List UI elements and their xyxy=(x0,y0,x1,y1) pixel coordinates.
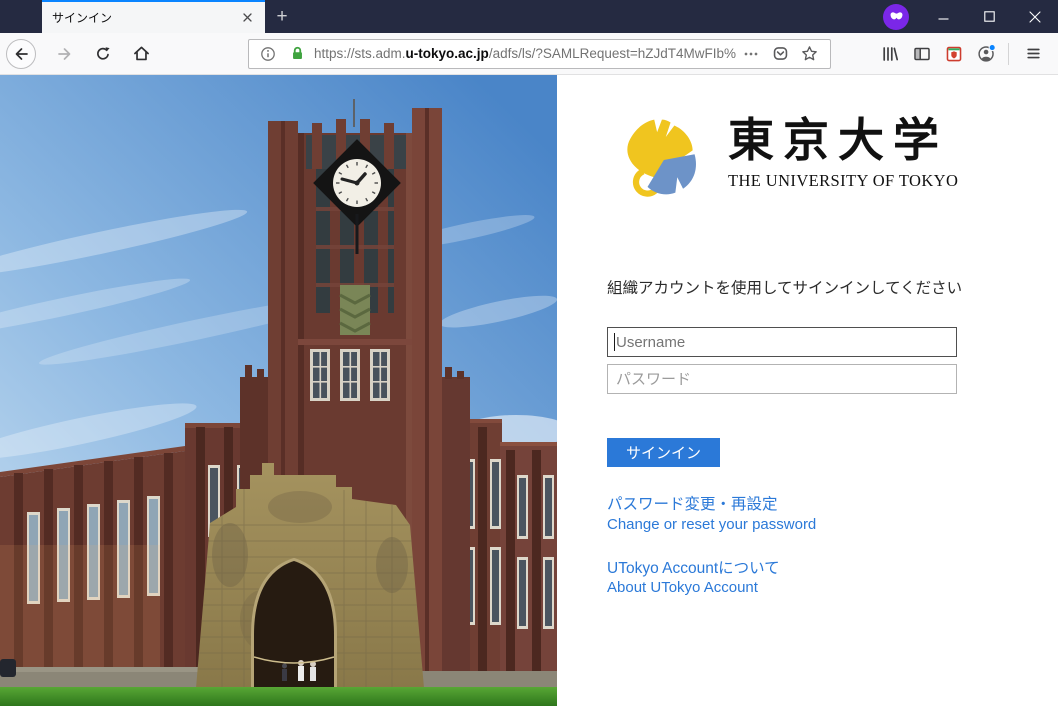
utokyo-logo: 東京大学 THE UNIVERSITY OF TOKYO xyxy=(612,112,958,208)
page-actions-icon[interactable] xyxy=(740,43,762,65)
toolbar-icons xyxy=(873,39,1048,69)
private-browsing-mask-icon xyxy=(883,4,909,30)
about-account-link-jp[interactable]: UTokyo Accountについて xyxy=(607,556,780,578)
browser-window: サインイン + xyxy=(0,0,1058,706)
minimize-icon[interactable] xyxy=(920,0,966,33)
navigation-toolbar: https://sts.adm.u-tokyo.ac.jp/adfs/ls/?S… xyxy=(0,33,1058,75)
pocket-icon[interactable] xyxy=(769,43,791,65)
username-input[interactable] xyxy=(607,327,957,357)
signin-button[interactable]: サインイン xyxy=(607,438,720,467)
back-icon[interactable] xyxy=(6,39,36,69)
tab-title: サインイン xyxy=(52,9,237,26)
maximize-icon[interactable] xyxy=(966,0,1012,33)
yasuda-auditorium-illustration xyxy=(0,75,557,706)
titlebar-space xyxy=(0,0,42,33)
url-domain: u-tokyo.ac.jp xyxy=(406,46,489,61)
url-bar[interactable]: https://sts.adm.u-tokyo.ac.jp/adfs/ls/?S… xyxy=(248,39,831,69)
password-reset-link-en[interactable]: Change or reset your password xyxy=(607,516,816,533)
logo-text: 東京大学 THE UNIVERSITY OF TOKYO xyxy=(728,112,958,191)
url-path: /adfs/ls/?SAMLRequest=hZJdT4MwFIb% xyxy=(489,46,736,61)
page-content: 東京大学 THE UNIVERSITY OF TOKYO 組織アカウントを使用し… xyxy=(0,75,1058,706)
home-icon[interactable] xyxy=(126,39,156,69)
close-tab-icon[interactable] xyxy=(237,8,257,28)
ginkgo-leaf-icon xyxy=(612,112,708,208)
signin-heading: 組織アカウントを使用してサインインしてください xyxy=(607,276,962,298)
account-icon[interactable] xyxy=(971,39,1001,69)
logo-kanji: 東京大学 xyxy=(728,116,958,167)
toolbar-separator xyxy=(1008,43,1009,65)
about-account-link-en[interactable]: About UTokyo Account xyxy=(607,579,758,596)
tab-signin[interactable]: サインイン xyxy=(42,0,265,33)
url-text[interactable]: https://sts.adm.u-tokyo.ac.jp/adfs/ls/?S… xyxy=(314,46,740,61)
url-protocol: https://sts.adm. xyxy=(314,46,406,61)
sidebar-icon[interactable] xyxy=(907,39,937,69)
new-tab-button[interactable]: + xyxy=(265,0,299,33)
titlebar: サインイン + xyxy=(0,0,1058,33)
signin-panel: 東京大学 THE UNIVERSITY OF TOKYO 組織アカウントを使用し… xyxy=(557,75,1058,706)
campus-photo xyxy=(0,75,557,706)
extension-icon[interactable] xyxy=(939,39,969,69)
password-reset-link-jp[interactable]: パスワード変更・再設定 xyxy=(607,492,778,514)
logo-english: THE UNIVERSITY OF TOKYO xyxy=(728,171,958,191)
info-icon[interactable] xyxy=(257,43,279,65)
close-icon[interactable] xyxy=(1012,0,1058,33)
titlebar-drag-area xyxy=(299,0,883,33)
lock-icon xyxy=(286,43,308,65)
text-caret xyxy=(614,333,615,351)
bookmark-star-icon[interactable] xyxy=(798,43,820,65)
library-icon[interactable] xyxy=(875,39,905,69)
reload-icon[interactable] xyxy=(88,39,118,69)
menu-icon[interactable] xyxy=(1018,39,1048,69)
password-input[interactable] xyxy=(607,364,957,394)
forward-icon[interactable] xyxy=(50,39,80,69)
